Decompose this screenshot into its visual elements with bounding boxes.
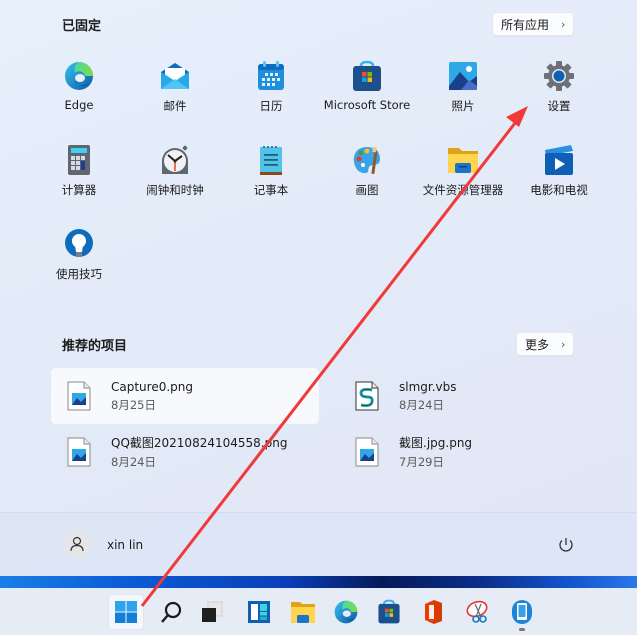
taskbar [0,588,637,635]
username[interactable]: xin lin [107,538,143,552]
file-name: QQ截图20210824104558.png [111,436,288,450]
file-explorer-icon [291,602,315,623]
paint-palette-icon [353,146,380,175]
script-file-icon [355,381,379,411]
app-label: 计算器 [61,183,97,197]
app-label: Edge [64,98,94,112]
movies-play-icon [545,145,573,175]
pinned-app-file-explorer[interactable]: 文件资源管理器 [415,144,511,214]
calculator-icon [68,145,90,175]
pinned-app-settings[interactable]: 设置 [511,60,607,130]
start-windows-icon [115,601,137,623]
taskbar-edge[interactable] [328,594,364,630]
pinned-app-calculator[interactable]: 计算器 [31,144,127,214]
app-label: 闹钟和时钟 [146,183,204,197]
taskbar-snipping-tool[interactable] [460,594,496,630]
pinned-app-edge[interactable]: Edge [31,60,127,130]
pinned-app-alarms-clock[interactable]: 闹钟和时钟 [127,144,223,214]
app-label: Microsoft Store [323,98,411,112]
file-date: 8月24日 [399,397,444,412]
office-icon [425,600,442,624]
chevron-right-icon: › [561,337,566,351]
app-label: 电影和电视 [530,183,588,197]
file-date: 8月25日 [111,397,156,412]
app-label: 文件资源管理器 [422,183,504,197]
user-icon [70,536,84,552]
store-icon [378,599,400,624]
taskbar-task-view-button[interactable] [194,594,230,630]
pinned-app-calendar[interactable]: 日历 [223,60,319,130]
taskbar-store[interactable] [371,594,407,630]
app-label: 日历 [259,99,283,113]
file-date: 7月29日 [399,455,444,469]
mail-icon [161,63,189,89]
pinned-app-movies-tv[interactable]: 电影和电视 [511,144,607,214]
pinned-app-photos[interactable]: 照片 [415,60,511,130]
more-label: 更多 [525,337,550,352]
all-apps-button[interactable]: 所有应用 › [492,12,575,36]
taskbar-file-explorer[interactable] [285,594,321,630]
calendar-icon [258,61,284,90]
more-button[interactable]: 更多 › [516,332,575,356]
pinned-section-title: 已固定 [62,19,102,34]
all-apps-label: 所有应用 [501,17,550,32]
app-label: 画图 [355,183,379,197]
image-file-icon [67,437,91,467]
start-menu: 已固定 所有应用 › Edge 邮件 日历 Microsoft Store 照片… [0,0,637,576]
app-label: 使用技巧 [56,267,102,281]
photos-icon [449,62,477,90]
taskbar-start-button[interactable] [108,594,144,630]
pinned-app-microsoft-store[interactable]: Microsoft Store [319,60,415,130]
app-label: 记事本 [253,183,289,197]
notepad-icon [260,146,282,175]
file-date: 8月24日 [111,455,156,469]
recommended-item[interactable]: slmgr.vbs 8月24日 [339,368,607,424]
store-icon [353,60,381,91]
recommended-item[interactable]: Capture0.png 8月25日 [51,368,319,424]
file-name: Capture0.png [111,379,194,394]
app-label: 邮件 [163,99,187,113]
settings-gear-icon [544,61,574,91]
running-indicator [519,628,525,631]
edge-icon [334,600,358,624]
taskbar-your-phone[interactable] [504,594,540,631]
pinned-app-notepad[interactable]: 记事本 [223,144,319,214]
recommended-item[interactable]: 截图.jpg.png 7月29日 [339,424,607,480]
user-avatar[interactable] [63,530,91,558]
app-label: 设置 [547,99,571,113]
alarm-clock-icon [162,145,188,174]
your-phone-icon [512,600,532,624]
image-file-icon [355,437,379,467]
pinned-app-mail[interactable]: 邮件 [127,60,223,130]
recommended-item[interactable]: QQ截图20210824104558.png 8月24日 [51,424,319,480]
power-icon[interactable] [556,535,576,555]
file-name: slmgr.vbs [399,379,457,394]
taskbar-office[interactable] [415,594,451,630]
pinned-app-paint[interactable]: 画图 [319,144,415,214]
taskbar-search-button[interactable] [153,594,189,630]
app-label: 照片 [451,99,475,113]
edge-icon [65,62,93,90]
chevron-right-icon: › [561,17,566,31]
tips-lightbulb-icon [65,229,93,257]
snipping-tool-icon [466,600,488,623]
start-menu-footer: xin lin [0,512,637,576]
pinned-app-tips[interactable]: 使用技巧 [31,228,127,298]
folder-icon [448,148,478,173]
file-name: 截图.jpg.png [399,436,473,450]
taskbar-widgets-button[interactable] [241,594,277,630]
search-icon [161,601,182,623]
image-file-icon [67,381,91,411]
recommended-section-title: 推荐的项目 [62,339,128,354]
task-view-icon [202,601,223,622]
widgets-icon [248,601,270,623]
